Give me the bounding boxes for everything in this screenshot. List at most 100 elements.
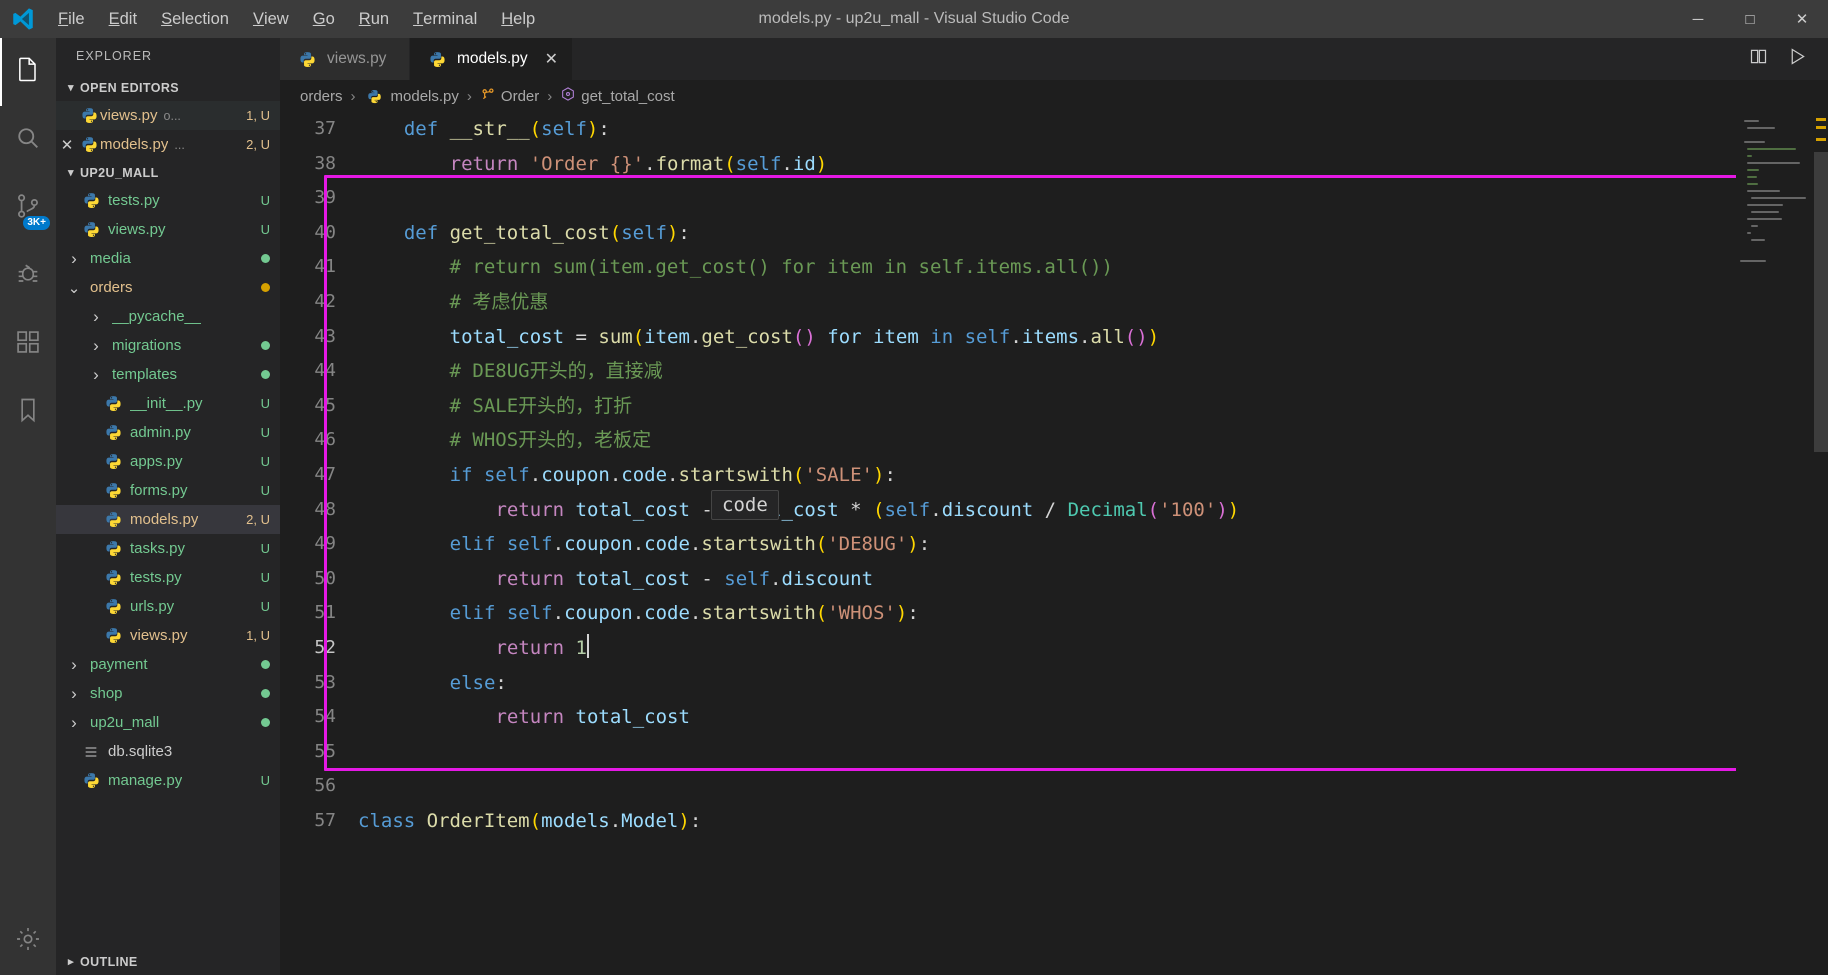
menu-edit[interactable]: Edit [97,0,149,38]
tree-item--init-py[interactable]: __init__.pyU [56,389,280,418]
open-editor-sub: o... [164,109,181,123]
editor-scrollbar-thumb[interactable] [1814,152,1828,452]
breadcrumb[interactable]: orders › models.py › Order [280,80,1828,112]
activity-run-debug[interactable] [0,242,56,310]
breadcrumb-separator: › [467,88,472,105]
python-icon [102,540,124,557]
tree-item-label: tests.py [130,569,182,586]
tab-label: views.py [327,50,386,68]
tree-item-urls-py[interactable]: urls.pyU [56,592,280,621]
breadcrumb-item-file[interactable]: models.py [364,88,459,105]
menu-view[interactable]: View [241,0,301,38]
chevron-right-icon[interactable]: › [86,307,106,327]
minimap-line [1747,176,1757,178]
open-editors-header[interactable]: ▾ OPEN EDITORS [56,74,280,101]
activity-bookmarks[interactable] [0,378,56,446]
tree-item-label: urls.py [130,598,174,615]
minimap-line [1751,239,1765,241]
tree-item-label: orders [90,279,133,296]
tree-item-apps-py[interactable]: apps.pyU [56,447,280,476]
tree-item-tests-py[interactable]: tests.pyU [56,186,280,215]
breadcrumb-item-class[interactable]: Order [480,86,539,106]
tree-item-media[interactable]: ›media [56,244,280,273]
activity-explorer[interactable] [0,38,56,106]
tree-item-admin-py[interactable]: admin.pyU [56,418,280,447]
explorer-sidebar: EXPLORER ▾ OPEN EDITORS views.py o... 1,… [56,38,280,975]
menu-bar[interactable]: File Edit Selection View Go Run Terminal… [46,0,547,38]
tree-item-git-decoration: U [255,541,270,556]
source-code[interactable]: def __str__(self): return 'Order {}'.for… [358,112,1736,838]
tree-item-views-py[interactable]: views.pyU [56,215,280,244]
activity-extensions[interactable] [0,310,56,378]
breadcrumb-item-folder[interactable]: orders [300,88,343,105]
tree-item-tasks-py[interactable]: tasks.pyU [56,534,280,563]
tab-views-py[interactable]: views.py [280,38,410,80]
activity-source-control[interactable]: 3K+ [0,174,56,242]
code-editor[interactable]: 37 38 39 40 41 42 43 44 45 46 47 48 49 5… [280,112,1828,975]
menu-help[interactable]: Help [489,0,547,38]
menu-go[interactable]: Go [301,0,347,38]
tree-item-git-decoration: U [255,425,270,440]
workspace-header[interactable]: ▾ UP2U_MALL [56,159,280,186]
tree-item-manage-py[interactable]: manage.pyU [56,766,280,795]
code-content[interactable]: def __str__(self): return 'Order {}'.for… [358,112,1736,975]
menu-terminal[interactable]: Terminal [401,0,489,38]
chevron-right-icon[interactable]: › [86,336,106,356]
files-icon [14,56,42,89]
minimap-line [1747,162,1800,164]
window-controls[interactable]: ─ □ ✕ [1672,0,1828,38]
tree-item-forms-py[interactable]: forms.pyU [56,476,280,505]
tree-item-migrations[interactable]: ›migrations [56,331,280,360]
menu-selection[interactable]: Selection [149,0,241,38]
menu-file[interactable]: File [46,0,97,38]
menu-file-rest: ile [68,10,85,29]
tree-item-status-dot [261,689,270,698]
breadcrumb-item-method[interactable]: get_total_cost [560,86,674,106]
tree-item-templates[interactable]: › templates [56,360,280,389]
tree-item-db-sqlite3[interactable]: db.sqlite3 [56,737,280,766]
chevron-right-icon[interactable]: › [86,365,106,385]
close-button[interactable]: ✕ [1776,0,1828,38]
breadcrumb-method-label: get_total_cost [581,88,674,105]
split-editor-icon[interactable] [1748,46,1769,72]
maximize-button[interactable]: □ [1724,0,1776,38]
minimap[interactable] [1736,112,1828,975]
minimize-button[interactable]: ─ [1672,0,1724,38]
open-editor-models[interactable]: ✕ models.py ... 2, U [56,130,280,159]
close-icon[interactable]: ✕ [545,49,558,69]
open-editors-label: OPEN EDITORS [80,81,179,95]
chevron-down-icon[interactable]: ⌄ [64,279,84,297]
menu-run-rest: un [371,10,389,29]
activity-search[interactable] [0,106,56,174]
tree-item-models-py[interactable]: models.py2, U [56,505,280,534]
chevron-right-icon[interactable]: › [64,655,84,675]
minimap-line [1751,197,1806,199]
tree-item-tests-py[interactable]: tests.py U [56,563,280,592]
activity-manage-settings[interactable] [0,907,56,975]
breadcrumb-folder-label: orders [300,88,343,105]
tree-item-label: templates [112,366,177,383]
editor-tabs: views.py models.py ✕ [280,38,1828,80]
chevron-right-icon[interactable]: › [64,713,84,733]
tab-models-py[interactable]: models.py ✕ [410,38,573,80]
tree-item-git-decoration: U [255,570,270,585]
menu-run[interactable]: Run [347,0,401,38]
tree-item-up2u-mall[interactable]: ›up2u_mall [56,708,280,737]
editor-area: views.py models.py ✕ [280,38,1828,975]
tree-item--pycache-[interactable]: ›__pycache__ [56,302,280,331]
chevron-right-icon[interactable]: › [64,249,84,269]
tree-item-payment[interactable]: ›payment [56,650,280,679]
python-icon [102,424,124,441]
tree-item-orders[interactable]: ⌄ orders [56,273,280,302]
outline-header[interactable]: ▸ OUTLINE [56,948,280,975]
run-python-file-icon[interactable] [1787,46,1808,72]
tree-item-views-py[interactable]: views.py1, U [56,621,280,650]
python-icon [426,51,448,68]
python-icon [364,89,386,104]
minimap-line [1744,141,1765,143]
vscode-logo-icon [0,6,46,32]
close-icon[interactable]: ✕ [56,136,78,154]
tree-item-shop[interactable]: ›shop [56,679,280,708]
chevron-right-icon[interactable]: › [64,684,84,704]
open-editor-views[interactable]: views.py o... 1, U [56,101,280,130]
